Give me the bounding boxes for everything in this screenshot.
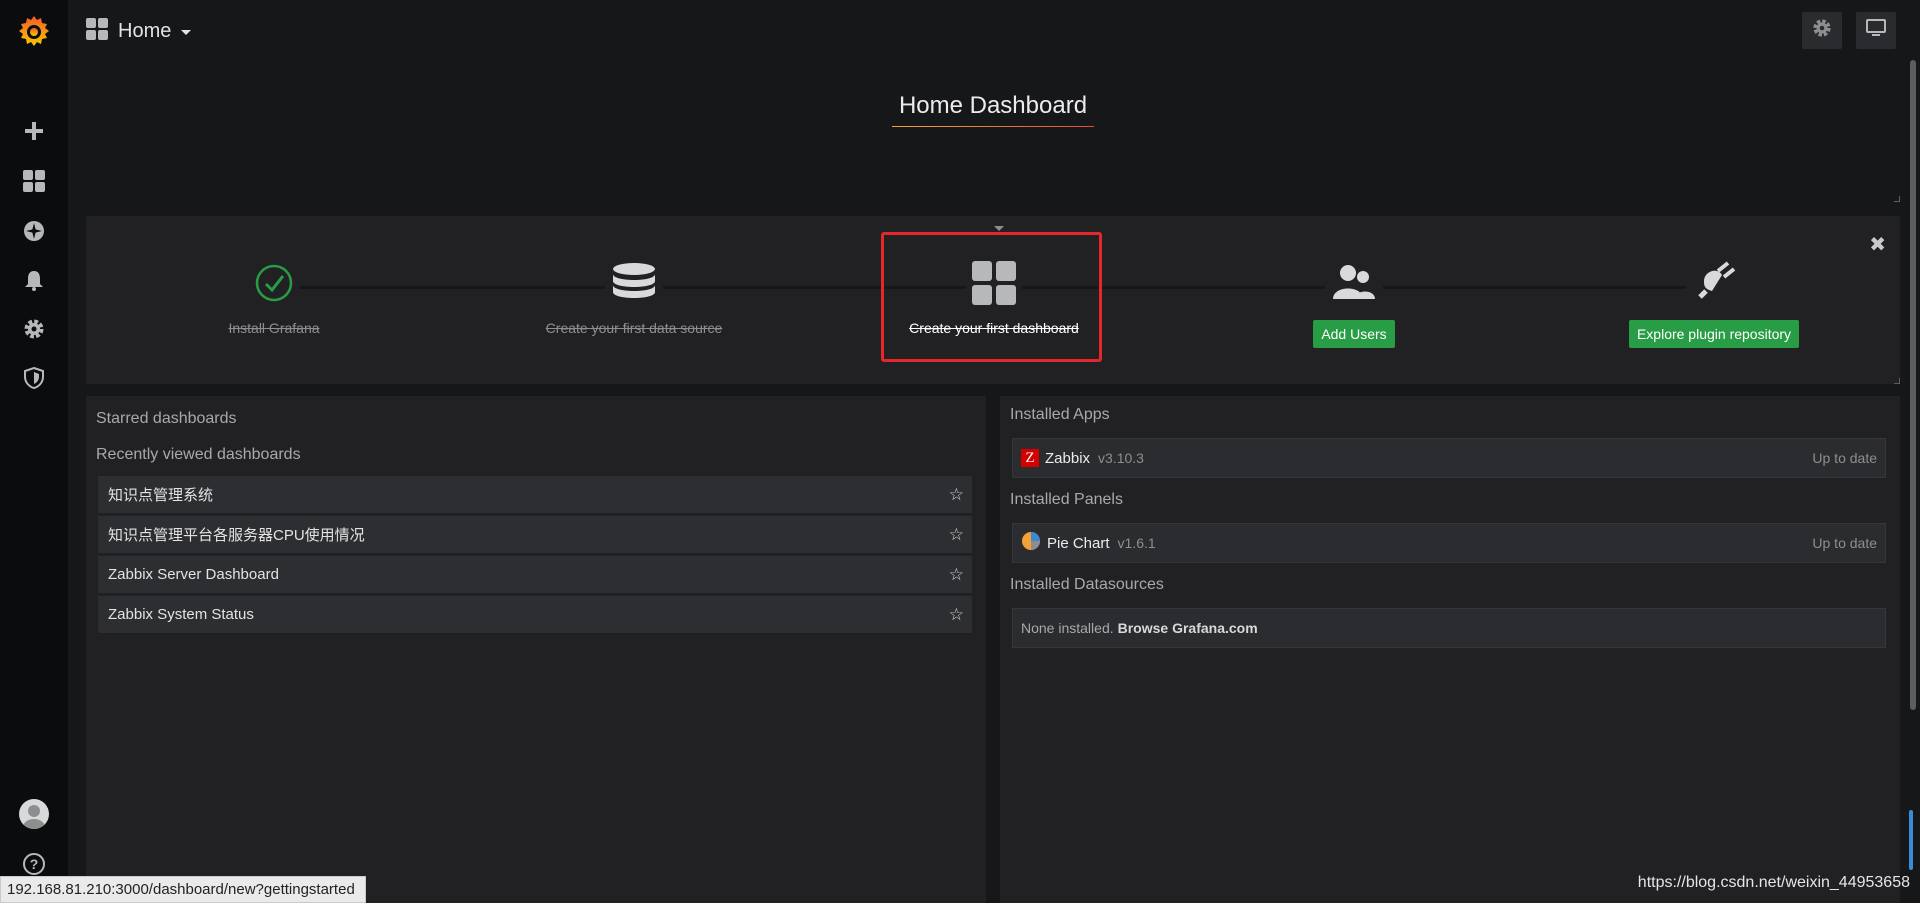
title-underline xyxy=(892,126,1094,127)
step-create-dashboard[interactable]: Create your first dashboard xyxy=(874,216,1114,384)
create-plus-icon[interactable] xyxy=(18,115,50,147)
browse-grafana-link[interactable]: Browse Grafana.com xyxy=(1118,620,1258,636)
user-avatar[interactable] xyxy=(19,799,49,829)
page-title: Home Dashboard xyxy=(898,92,1088,119)
title-panel: Home Dashboard xyxy=(86,60,1900,202)
step-create-data-source[interactable]: Create your first data source xyxy=(514,216,754,384)
check-circle-icon xyxy=(248,260,300,306)
step-label: Create your first data source xyxy=(545,320,723,336)
dashboard-link[interactable]: 知识点管理系统 xyxy=(108,484,213,505)
dashboard-grid-icon xyxy=(86,17,108,45)
alerting-bell-icon[interactable] xyxy=(18,264,50,296)
users-icon xyxy=(1325,260,1383,306)
recent-dashboards-heading: Recently viewed dashboards xyxy=(96,446,301,463)
configuration-gear-icon[interactable] xyxy=(18,313,50,345)
list-item[interactable]: 知识点管理平台各服务器CPU使用情况 ☆ xyxy=(98,516,972,554)
tv-mode-button[interactable] xyxy=(1856,12,1896,49)
help-question-icon[interactable]: ? xyxy=(23,853,45,875)
plugin-row-zabbix[interactable]: Z Zabbix v3.10.3 Up to date xyxy=(1012,438,1886,478)
server-admin-shield-icon[interactable] xyxy=(18,362,50,394)
plugin-name: Zabbix xyxy=(1045,449,1091,467)
explore-compass-icon[interactable] xyxy=(18,215,50,247)
plugin-status: Up to date xyxy=(1812,535,1877,551)
installed-panels-heading: Installed Panels xyxy=(1010,491,1123,508)
explore-plugins-button[interactable]: Explore plugin repository xyxy=(1628,320,1800,348)
dashboard-picker-button[interactable]: Home xyxy=(86,16,192,46)
step-add-users: Add Users xyxy=(1234,216,1474,384)
list-item[interactable]: Zabbix Server Dashboard ☆ xyxy=(98,556,972,594)
top-navbar: Home xyxy=(68,0,1920,60)
database-icon xyxy=(605,260,663,306)
plugin-name: Pie Chart xyxy=(1047,534,1110,552)
step-label: Create your first dashboard xyxy=(909,320,1079,336)
chevron-down-icon xyxy=(181,30,192,35)
dashboard-link[interactable]: Zabbix Server Dashboard xyxy=(108,566,279,583)
recent-dashboards-list: 知识点管理系统 ☆ 知识点管理平台各服务器CPU使用情况 ☆ Zabbix Se… xyxy=(98,476,972,636)
dashboard-title: Home xyxy=(118,19,172,42)
list-item[interactable]: Zabbix System Status ☆ xyxy=(98,596,972,634)
star-icon[interactable]: ☆ xyxy=(949,525,964,545)
starred-dashboards-heading: Starred dashboards xyxy=(96,410,237,427)
dashboard-link[interactable]: 知识点管理平台各服务器CPU使用情况 xyxy=(108,524,365,545)
dashboards-grid-icon[interactable] xyxy=(18,165,50,197)
star-icon[interactable]: ☆ xyxy=(949,605,964,625)
plugin-status: Up to date xyxy=(1812,450,1877,466)
dashboard-link[interactable]: Zabbix System Status xyxy=(108,606,254,623)
plugin-version: v3.10.3 xyxy=(1098,450,1144,466)
plugin-row-pie-chart[interactable]: Pie Chart v1.6.1 Up to date xyxy=(1012,523,1886,563)
sidebar: ? xyxy=(0,0,68,903)
gear-icon xyxy=(1812,18,1832,43)
star-icon[interactable]: ☆ xyxy=(949,565,964,585)
close-icon[interactable]: ✖ xyxy=(1869,232,1886,257)
datasources-empty-row: None installed. Browse Grafana.com xyxy=(1012,608,1886,648)
step-explore-plugins: Explore plugin repository xyxy=(1594,216,1834,384)
dashboard-settings-button[interactable] xyxy=(1802,12,1842,49)
plug-icon xyxy=(1686,260,1742,306)
pie-chart-icon xyxy=(1021,531,1041,556)
page-scrollbar[interactable] xyxy=(1910,60,1916,710)
star-icon[interactable]: ☆ xyxy=(949,485,964,505)
installed-datasources-heading: Installed Datasources xyxy=(1010,576,1164,593)
getting-started-panel: Install Grafana Create your first data s… xyxy=(86,216,1900,384)
zabbix-logo-icon: Z xyxy=(1021,449,1039,467)
empty-message: None installed. xyxy=(1021,620,1114,636)
step-install-grafana: Install Grafana xyxy=(154,216,394,384)
step-label: Install Grafana xyxy=(228,320,320,336)
add-users-button[interactable]: Add Users xyxy=(1313,320,1395,348)
installed-apps-heading: Installed Apps xyxy=(1010,406,1110,423)
panel-resize-handle[interactable] xyxy=(1894,378,1900,384)
grafana-logo-icon[interactable] xyxy=(14,12,54,52)
dashboards-panel: Starred dashboards Recently viewed dashb… xyxy=(86,396,986,903)
grid-icon xyxy=(966,260,1022,306)
browser-status-url: 192.168.81.210:3000/dashboard/new?gettin… xyxy=(0,876,366,903)
scrollbar-thumb[interactable] xyxy=(1909,810,1913,870)
monitor-icon xyxy=(1866,19,1886,42)
plugin-version: v1.6.1 xyxy=(1117,535,1156,551)
watermark-text: https://blog.csdn.net/weixin_44953658 xyxy=(1637,874,1910,891)
plugins-panel: Installed Apps Z Zabbix v3.10.3 Up to da… xyxy=(1000,396,1900,903)
list-item[interactable]: 知识点管理系统 ☆ xyxy=(98,476,972,514)
panel-resize-handle[interactable] xyxy=(1894,196,1900,202)
